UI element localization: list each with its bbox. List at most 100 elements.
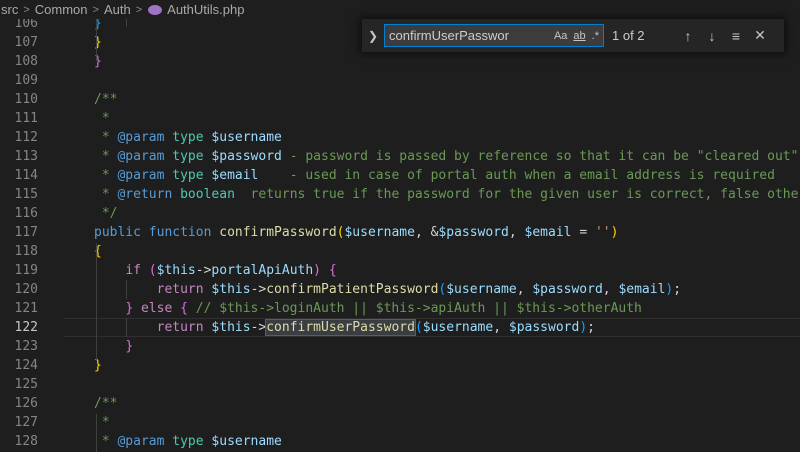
indent-guide (126, 19, 127, 27)
code-token: , (516, 282, 533, 297)
code-token: * (94, 130, 118, 145)
code-line[interactable]: 108} (0, 52, 800, 71)
match-case-toggle[interactable]: Aa (554, 30, 567, 42)
code-token: $password (203, 149, 282, 164)
code-token: ) (313, 263, 321, 278)
line-number: 120 (14, 282, 38, 297)
code-token: $username (446, 282, 517, 297)
code-token: if (125, 263, 141, 278)
code-line[interactable]: 112 * @param type $username (0, 128, 800, 147)
code-token: * (94, 168, 118, 183)
line-number: 126 (14, 396, 38, 411)
line-number: 124 (14, 358, 38, 373)
breadcrumb-item-auth[interactable]: Auth (103, 2, 132, 17)
chevron-right-icon[interactable]: ❯ (362, 29, 384, 43)
code-token: $email (618, 282, 666, 297)
code-token: -> (250, 320, 267, 335)
close-find-button[interactable]: ✕ (748, 27, 772, 44)
current-line-highlight (64, 52, 800, 71)
regex-toggle[interactable]: .* (592, 30, 599, 42)
code-token: else (140, 301, 173, 316)
line-number: 112 (14, 130, 38, 145)
line-number: 127 (14, 415, 38, 430)
find-input[interactable] (389, 28, 509, 43)
code-token: function (148, 225, 212, 240)
code-line[interactable]: 119 if ($this->portalApiAuth) { (0, 261, 800, 280)
find-in-selection-button[interactable]: ≡ (724, 28, 748, 44)
code-line[interactable]: 117 public function confirmPassword($user… (0, 223, 800, 242)
code-line[interactable]: 121 } else { // $this->loginAuth || $thi… (0, 299, 800, 318)
code-token: portalApiAuth (211, 263, 314, 278)
code-token: * (94, 149, 118, 164)
find-widget: ❯ Aa ab .* 1 of 2 ↑ ↓ ≡ ✕ (362, 19, 784, 52)
code-token: $email (203, 168, 259, 183)
line-number: 116 (14, 206, 38, 221)
code-line[interactable]: 118{ (0, 242, 800, 261)
code-token: $email (524, 225, 572, 240)
current-line-highlight (64, 71, 800, 90)
code-line[interactable]: 114 * @param type $email - used in case … (0, 166, 800, 185)
code-token: * (94, 111, 110, 126)
code-token: , & (414, 225, 439, 240)
line-number: 117 (14, 225, 38, 240)
previous-match-button[interactable]: ↑ (676, 28, 700, 44)
code-token: , (508, 225, 525, 240)
code-line[interactable]: 125 (0, 375, 800, 394)
code-text: * @param type $password - password is pa… (94, 147, 799, 166)
current-line-highlight (64, 90, 800, 109)
code-line[interactable]: 113 * @param type $password - password i… (0, 147, 800, 166)
current-line-highlight (64, 394, 800, 413)
code-line[interactable]: 115 * @return boolean returns true if th… (0, 185, 800, 204)
code-token: $password (438, 225, 509, 240)
breadcrumb: src > Common > Auth > AuthUtils.php (0, 0, 800, 19)
breadcrumb-item-file[interactable]: AuthUtils.php (166, 2, 245, 17)
code-text: return $this->confirmPatientPassword($us… (94, 280, 681, 299)
code-token: */ (94, 206, 118, 221)
code-text: * @param type $email - used in case of p… (94, 166, 775, 185)
php-file-icon (148, 4, 163, 15)
code-text: } else { // $this->loginAuth || $this->a… (94, 299, 642, 318)
line-number: 119 (14, 263, 38, 278)
code-token: , (493, 320, 509, 335)
line-number: 109 (14, 73, 38, 88)
breadcrumb-item-common[interactable]: Common (34, 2, 89, 17)
code-text: /** (94, 90, 117, 109)
code-line[interactable]: 123 } (0, 337, 800, 356)
find-input-box[interactable]: Aa ab .* (384, 24, 604, 47)
code-token: * (94, 434, 118, 449)
code-line[interactable]: 116 */ (0, 204, 800, 223)
code-token: confirmPatientPassword (266, 282, 439, 297)
code-token: } (125, 339, 134, 354)
current-line-highlight (64, 109, 800, 128)
code-line[interactable]: 126 /** (0, 394, 800, 413)
code-line[interactable]: 109 (0, 71, 800, 90)
current-line-highlight (64, 337, 800, 356)
match-count: 1 of 2 (612, 28, 645, 43)
code-token: -> (250, 282, 267, 297)
line-number: 121 (14, 301, 38, 316)
code-line[interactable]: 122 return $this->confirmUserPassword($u… (0, 318, 800, 337)
code-token: ( (414, 320, 423, 335)
code-line[interactable]: 128 * @param type $username (0, 432, 800, 451)
code-editor[interactable]: 106} 107} 108} 109 110/** 111 * 112 * @param t… (0, 19, 800, 452)
code-line[interactable]: 127 * (0, 413, 800, 432)
code-token: @return (117, 187, 173, 202)
code-text: if ($this->portalApiAuth) { (94, 261, 336, 280)
code-line[interactable]: 111 * (0, 109, 800, 128)
indent-guide (96, 414, 97, 452)
line-number: 118 (14, 244, 38, 259)
next-match-button[interactable]: ↓ (700, 28, 724, 44)
code-line[interactable]: 110 /** (0, 90, 800, 109)
code-line[interactable]: 120 return $this->confirmPatientPassword… (0, 280, 800, 299)
code-token: type (164, 130, 204, 145)
code-token: return (156, 320, 204, 335)
current-line-highlight (64, 242, 800, 261)
code-token: '' (594, 225, 611, 240)
whole-word-toggle[interactable]: ab (573, 30, 585, 42)
code-token: ) (610, 225, 619, 240)
breadcrumb-item-src[interactable]: src (0, 2, 19, 17)
code-line[interactable]: 124} (0, 356, 800, 375)
